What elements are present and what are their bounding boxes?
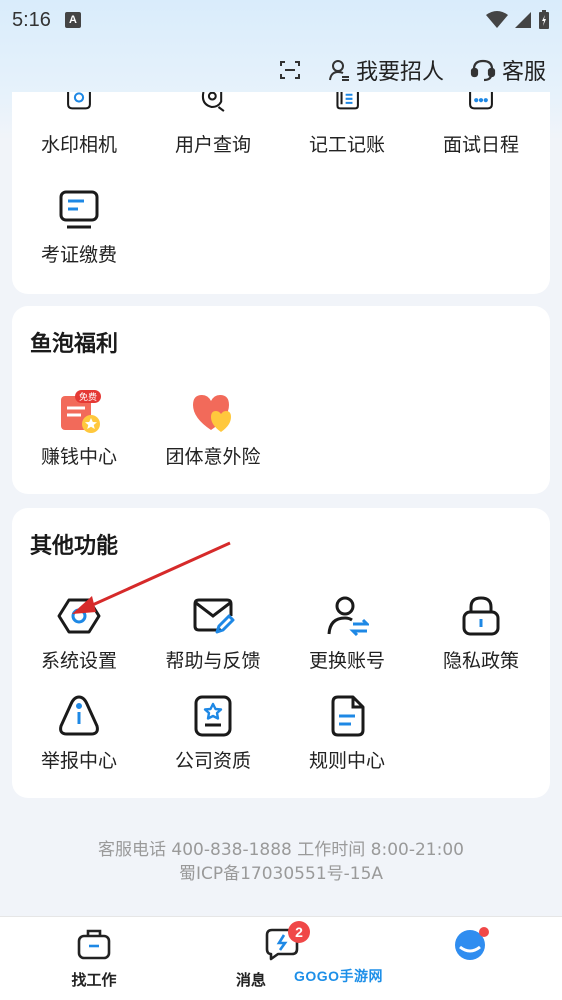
heart-insurance-icon <box>193 395 231 432</box>
tool-item-ledger[interactable]: 记工记账 <box>280 92 414 157</box>
footer-icp-line: 蜀ICP备17030551号-15A <box>178 864 384 884</box>
company-qualification-item[interactable]: 公司资质 <box>146 694 280 773</box>
tool-label: 面试日程 <box>442 134 519 156</box>
recruit-label: 我要招人 <box>355 60 444 85</box>
tool-item-calendar[interactable]: 面试日程 <box>414 92 548 157</box>
briefcase-icon <box>77 929 111 960</box>
benefits-title: 鱼泡福利 <box>30 332 119 357</box>
service-label: 客服 <box>501 60 546 85</box>
help-feedback-item[interactable]: 帮助与反馈 <box>146 594 280 673</box>
function-label: 更换账号 <box>308 650 385 672</box>
headset-icon <box>470 59 496 82</box>
status-time: 5:16 <box>12 8 51 31</box>
tab-label: 找工作 <box>71 971 117 989</box>
function-label: 公司资质 <box>174 750 251 772</box>
ledger-icon <box>336 92 359 110</box>
benefit-label: 团体意外险 <box>165 446 261 468</box>
settings-icon <box>57 598 101 634</box>
battery-icon <box>539 10 549 29</box>
monitor-icon <box>59 190 99 229</box>
tool-label: 用户查询 <box>174 134 251 156</box>
function-label: 规则中心 <box>308 750 385 772</box>
rules-document-icon <box>331 695 365 737</box>
earn-coupon-icon: 免费 <box>61 390 101 433</box>
profile-avatar-icon <box>455 927 489 960</box>
tool-label: 记工记账 <box>308 134 385 156</box>
function-label: 隐私政策 <box>442 650 519 672</box>
other-functions-title: 其他功能 <box>30 534 119 559</box>
message-badge: 2 <box>288 921 310 943</box>
header-actions: 我要招人 客服 <box>278 52 546 88</box>
customer-service-button[interactable]: 客服 <box>470 54 546 86</box>
settings-item[interactable]: 系统设置 <box>12 594 146 673</box>
report-center-item[interactable]: 举报中心 <box>12 694 146 773</box>
other-functions-card: 其他功能 系统设置 帮助与反馈 更换账号 隐私政策 举报中心 公司资质 规则中心 <box>12 508 550 798</box>
scan-button[interactable] <box>278 58 302 82</box>
signal-icon <box>515 12 531 28</box>
benefits-card: 鱼泡福利 免费 赚钱中心 团体意外险 <box>12 306 550 494</box>
camera-icon <box>67 92 91 110</box>
switch-account-icon <box>327 596 369 637</box>
mail-feedback-icon <box>193 598 235 634</box>
report-icon <box>59 695 99 736</box>
tab-find-job[interactable]: 找工作 <box>34 927 154 990</box>
function-label: 系统设置 <box>40 650 117 672</box>
user-icon <box>328 60 349 81</box>
tool-item-camera[interactable]: 水印相机 <box>12 92 146 157</box>
rules-center-item[interactable]: 规则中心 <box>280 694 414 773</box>
recruit-button[interactable]: 我要招人 <box>328 54 444 86</box>
tool-label: 水印相机 <box>40 134 117 156</box>
privacy-policy-item[interactable]: 隐私政策 <box>414 594 548 673</box>
benefit-label: 赚钱中心 <box>40 446 117 468</box>
calendar-icon <box>469 92 493 110</box>
function-label: 帮助与反馈 <box>165 650 261 672</box>
watermark-logo: GOGO手游网 <box>294 968 384 984</box>
wifi-icon <box>486 11 508 28</box>
tools-card: 水印相机 用户查询 记工记账 面试日程 考证缴费 <box>12 92 550 294</box>
tool-item-exam-fee[interactable]: 考证缴费 <box>12 188 146 267</box>
switch-account-item[interactable]: 更换账号 <box>280 594 414 673</box>
tool-label: 考证缴费 <box>40 244 117 266</box>
scan-icon <box>279 61 300 79</box>
footer-info: 客服电话 400-838-1888 工作时间 8:00-21:00 蜀ICP备1… <box>0 838 562 886</box>
user-search-icon <box>201 92 225 112</box>
function-label: 举报中心 <box>40 750 117 772</box>
free-tag: 免费 <box>79 391 97 403</box>
benefit-item-insurance[interactable]: 团体意外险 <box>146 390 280 469</box>
status-bar: 5:16 A <box>0 0 562 40</box>
certificate-icon <box>194 695 232 737</box>
sim-icon: A <box>64 12 81 28</box>
tool-item-user-search[interactable]: 用户查询 <box>146 92 280 157</box>
tab-profile[interactable] <box>410 927 530 967</box>
bottom-tab-bar: 找工作 2 消息 <box>0 916 562 1000</box>
lock-icon <box>462 596 500 636</box>
footer-service-line: 客服电话 400-838-1888 工作时间 8:00-21:00 <box>98 840 464 860</box>
benefit-item-earn[interactable]: 免费 赚钱中心 <box>12 390 146 469</box>
